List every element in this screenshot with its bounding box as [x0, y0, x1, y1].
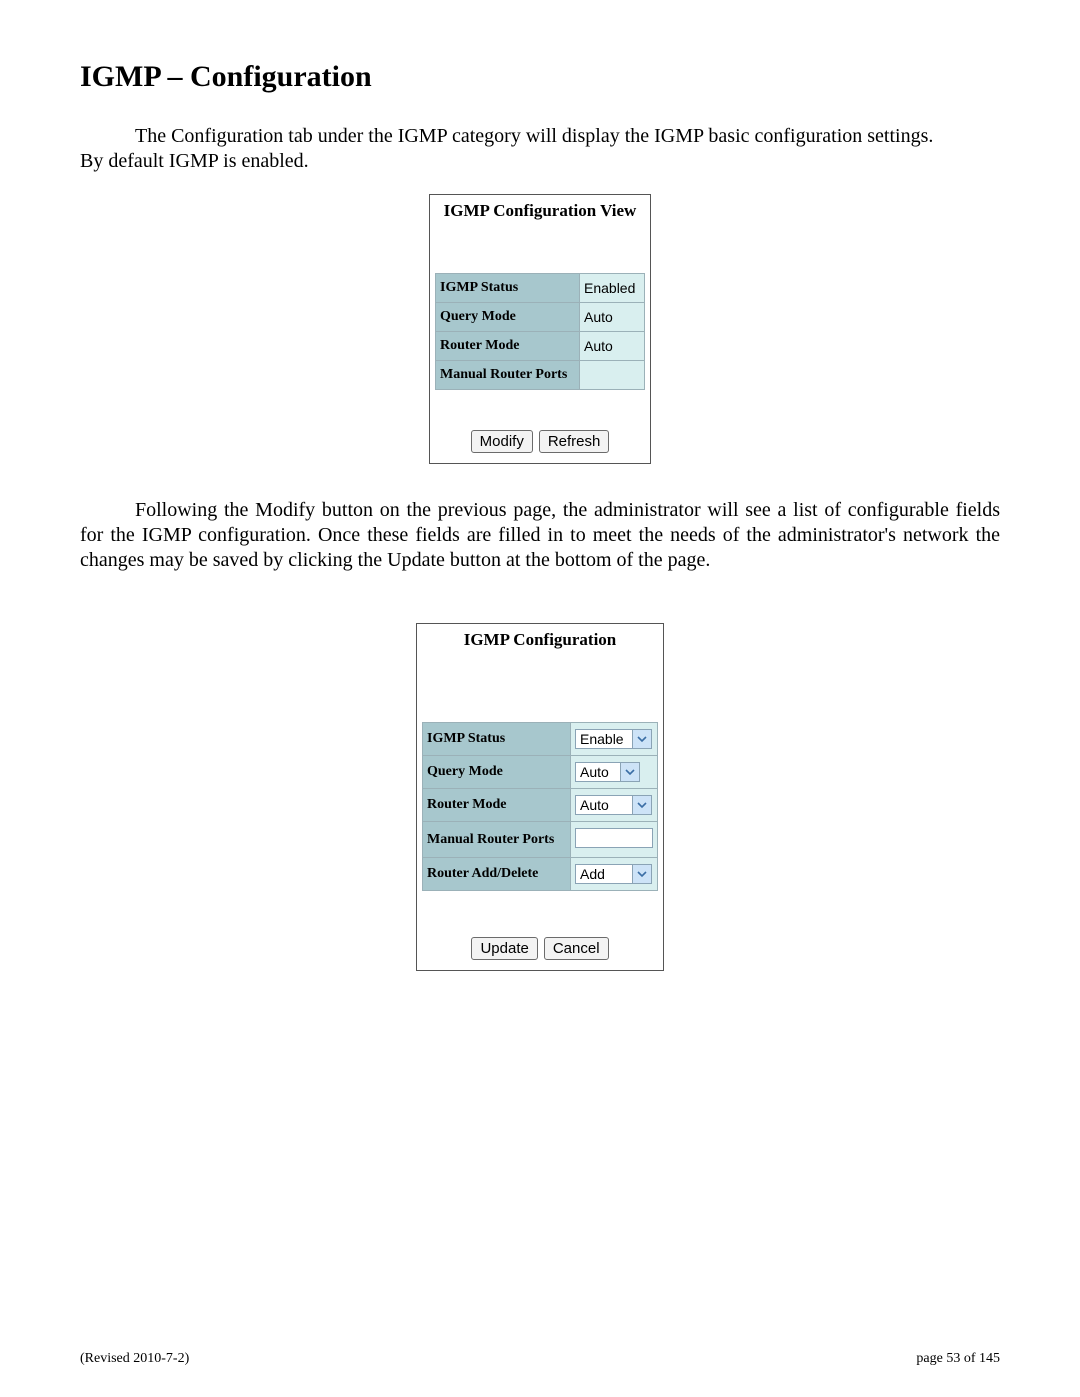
table-row: Manual Router Ports — [436, 361, 645, 390]
value-manual-ports — [580, 361, 645, 390]
igmp-config-panel: IGMP Configuration IGMP Status Enable — [416, 623, 664, 971]
chevron-down-icon — [632, 730, 651, 748]
config-panel-title: IGMP Configuration — [417, 624, 663, 652]
label-query-mode: Query Mode — [423, 756, 571, 789]
chevron-down-icon — [632, 865, 651, 883]
table-row: Router Mode Auto — [436, 332, 645, 361]
label-query-mode: Query Mode — [436, 303, 580, 332]
label-manual-ports: Manual Router Ports — [436, 361, 580, 390]
table-row: IGMP Status Enabled — [436, 274, 645, 303]
label-igmp-status: IGMP Status — [436, 274, 580, 303]
intro-line-2: By default IGMP is enabled. — [80, 150, 309, 172]
view-panel-title: IGMP Configuration View — [430, 195, 650, 223]
router-mode-select[interactable]: Auto — [575, 795, 652, 815]
modify-button[interactable]: Modify — [471, 430, 533, 453]
config-table: IGMP Status Enable Query Mode — [422, 722, 658, 891]
intro-line-1: The Configuration tab under the IGMP cat… — [135, 125, 933, 147]
router-add-delete-select[interactable]: Add — [575, 864, 652, 884]
table-row: IGMP Status Enable — [423, 723, 658, 756]
cancel-button[interactable]: Cancel — [544, 937, 609, 960]
manual-ports-input[interactable] — [575, 828, 653, 848]
query-mode-select[interactable]: Auto — [575, 762, 640, 782]
update-button[interactable]: Update — [471, 937, 537, 960]
label-igmp-status: IGMP Status — [423, 723, 571, 756]
table-row: Router Add/Delete Add — [423, 858, 658, 891]
igmp-view-panel: IGMP Configuration View IGMP Status Enab… — [429, 194, 651, 464]
select-value: Add — [576, 865, 632, 883]
select-value: Auto — [576, 796, 632, 814]
footer-page: page 53 of 145 — [916, 1351, 1000, 1367]
intro-paragraph: The Configuration tab under the IGMP cat… — [80, 124, 1000, 174]
label-router-add-delete: Router Add/Delete — [423, 858, 571, 891]
chevron-down-icon — [620, 763, 639, 781]
label-router-mode: Router Mode — [436, 332, 580, 361]
label-router-mode: Router Mode — [423, 789, 571, 822]
select-value: Enable — [576, 730, 632, 748]
value-router-mode: Auto — [580, 332, 645, 361]
refresh-button[interactable]: Refresh — [539, 430, 610, 453]
label-manual-ports: Manual Router Ports — [423, 822, 571, 858]
page-title: IGMP – Configuration — [80, 60, 1000, 94]
select-value: Auto — [576, 763, 620, 781]
footer-revised: (Revised 2010-7-2) — [80, 1351, 189, 1367]
second-paragraph-text: Following the Modify button on the previ… — [80, 499, 1000, 571]
second-paragraph: Following the Modify button on the previ… — [80, 498, 1000, 573]
chevron-down-icon — [632, 796, 651, 814]
table-row: Query Mode Auto — [436, 303, 645, 332]
table-row: Query Mode Auto — [423, 756, 658, 789]
table-row: Manual Router Ports — [423, 822, 658, 858]
value-igmp-status: Enabled — [580, 274, 645, 303]
view-table: IGMP Status Enabled Query Mode Auto Rout… — [435, 273, 645, 390]
table-row: Router Mode Auto — [423, 789, 658, 822]
value-query-mode: Auto — [580, 303, 645, 332]
igmp-status-select[interactable]: Enable — [575, 729, 652, 749]
